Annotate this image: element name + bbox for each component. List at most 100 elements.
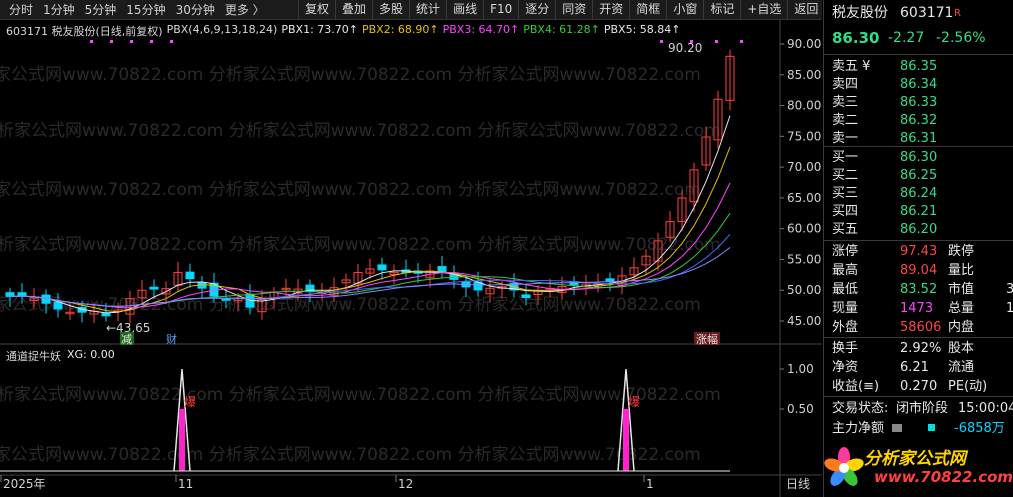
price-tick-label: 55.00 [787,252,821,266]
candle [221,298,231,301]
toolbar-button[interactable]: 多股 [372,0,409,20]
candle [521,294,531,299]
period-tab[interactable]: 更多 〉 [220,1,270,18]
divider [824,146,1013,147]
jian-label: 减 [121,333,132,346]
bids-label: 买二 [832,168,859,183]
sub-indicator-name: 通道捉牛妖 [6,350,61,363]
asks-row: 卖五 ¥ 86.35 [824,57,1013,76]
period-tab[interactable]: 1分钟 [38,1,80,18]
signal-dot [90,40,93,43]
bao-label: 爆 [628,395,640,409]
toolbar: 分时 1分钟 5分钟 15分钟 30分钟 更多 〉 复权 叠加 多股 统计 画线 F10 逐分 同资 开资… [0,0,822,20]
toolbar-button[interactable]: 逐分 [518,0,555,20]
bids-price: 86.21 [900,204,938,219]
pbx5-legend: PBX5: 58.84↑ [603,23,681,36]
stats-value: 1473 [900,301,934,316]
signal-dot [170,40,173,43]
last-price: 86.30 [832,29,880,47]
main-net-label: 主力净额 [832,421,885,436]
sub-tick-label: 1.00 [787,362,814,376]
fin-label: 净资 [832,360,859,375]
asks-price: 86.33 [900,95,938,110]
asks-label: 卖二 [832,113,859,128]
signal-dot [130,40,133,43]
watermark-text: 分析家公式网www.70822.com 分析家公式网www.70822.com … [0,445,701,465]
trade-state: 交易状态: 闭市阶段 15:00:04 [824,399,1013,418]
period-corner-label: 日线 [786,477,810,491]
site-logo: 分析家公式网 www.70822.com [824,440,1013,497]
grid-icon [892,424,902,432]
toolbar-button[interactable]: 小窗 [666,0,703,20]
divider [824,54,1013,55]
main-legend: 603171 税友股份(日线,前复权) PBX(4,6,9,13,18,24) … [6,23,680,39]
period-tab[interactable]: 15分钟 [121,1,170,18]
candle [185,271,195,280]
signal-dot [150,40,153,43]
logo-url: www.70822.com [874,468,1013,486]
stats-label2: 内盘 [948,320,975,335]
chart-area[interactable]: 603171 税友股份(日线,前复权) PBX(4,6,9,13,18,24) … [0,20,822,497]
cai-label: 财 [166,332,177,346]
price-tick-label: 70.00 [787,160,821,174]
toolbar-button[interactable]: 简框 [629,0,666,20]
toolbar-button[interactable]: 返回 [787,0,824,20]
price-tick-label: 90.00 [787,37,821,51]
toolbar-button[interactable]: +自选 [740,0,787,20]
asks-label: 卖三 [832,95,859,110]
bids-price: 86.20 [900,222,938,237]
bids-label: 买三 [832,186,859,201]
zhangfu-label: 涨幅 [696,333,718,346]
date-label: 12 [398,477,413,491]
stats-row: 涨停 97.43 跌停 [824,242,1013,261]
toolbar-button[interactable]: 统计 [409,0,446,20]
bids-row: 买五 86.20 [824,220,1013,239]
main-net-value: -6858万 [954,421,1005,436]
fin-row: 换手 2.92% 股本 [824,339,1013,358]
toolbar-button[interactable]: 同资 [555,0,592,20]
fin-value: 0.270 [900,379,938,394]
signal-dot [110,40,113,43]
candle [53,301,63,310]
candle [101,312,111,317]
app-window: 分时 1分钟 5分钟 15分钟 30分钟 更多 〉 复权 叠加 多股 统计 画线 F10 逐分 同资 开资… [0,0,1013,497]
stats-row: 最低 83.52 市值 3 [824,280,1013,299]
logo-text: 分析家公式网 [864,449,966,469]
high-price-label: 90.20 [668,41,702,55]
stats-extra: 3 [1006,282,1013,297]
bids-price: 86.24 [900,186,938,201]
watermark-text: 分析家公式网www.70822.com 分析家公式网www.70822.com … [0,121,721,141]
fin-label2: PE(动) [948,379,988,394]
fin-label: 换手 [832,341,859,356]
bids-label: 买五 [832,222,859,237]
asks-row: 卖三 86.33 [824,93,1013,112]
toolbar-button[interactable]: F10 [483,0,518,20]
signal-dot [715,40,718,43]
watermark-text: 分析家公式网www.70822.com 分析家公式网www.70822.com … [0,65,701,85]
toolbar-button[interactable]: 叠加 [335,0,372,20]
divider [824,337,1013,338]
asks-price: 86.34 [900,77,938,92]
candle [17,292,27,297]
asks-price: 86.35 [900,59,938,74]
toolbar-button[interactable]: 复权 [298,0,335,20]
asks-label: 卖五 ¥ [832,59,871,74]
toolbar-button[interactable]: 开资 [592,0,629,20]
stats-value: 83.52 [900,282,938,297]
period-tab[interactable]: 分时 [4,1,38,18]
period-tab[interactable]: 30分钟 [171,1,220,18]
date-label: 11 [178,477,193,491]
kline-chart[interactable]: 分析家公式网www.70822.com 分析家公式网www.70822.com … [0,20,822,497]
toolbar-button[interactable]: 标记 [703,0,740,20]
indicator-legend: PBX(4,6,9,13,18,24) [166,23,278,36]
pbx4-legend: PBX4: 61.28↑ [523,23,600,36]
price-line: 86.30 -2.27 -2.56% [824,29,1013,51]
xg-value: XG: 0.00 [67,348,115,361]
stats-row: 最高 89.04 量比 [824,261,1013,280]
fin-label2: 股本 [948,341,975,356]
toolbar-button[interactable]: 画线 [446,0,483,20]
stats-label2: 量比 [948,263,975,278]
bids-row: 买二 86.25 [824,166,1013,185]
stats-value: 97.43 [900,244,938,259]
period-tab[interactable]: 5分钟 [80,1,122,18]
